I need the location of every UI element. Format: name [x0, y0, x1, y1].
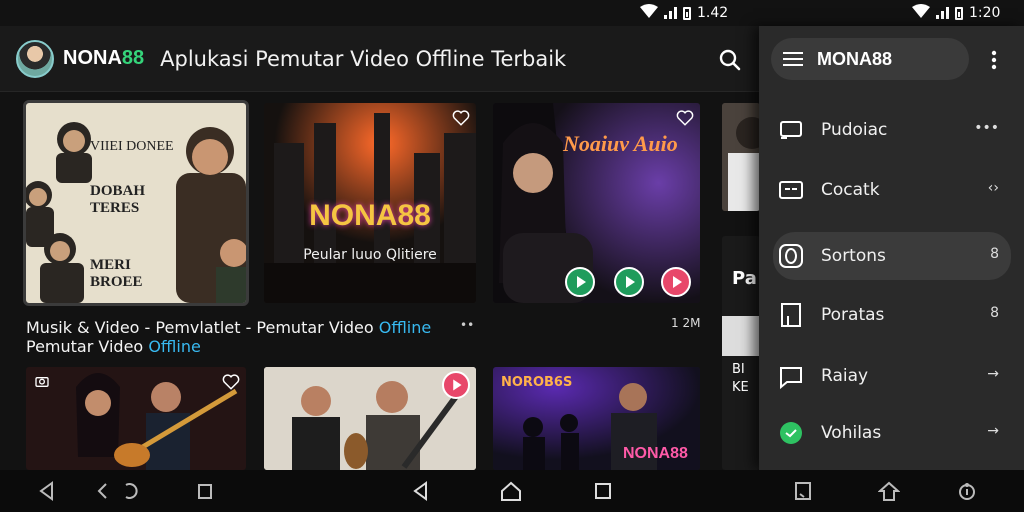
back-icon[interactable] — [410, 480, 432, 502]
caption-icon — [777, 176, 805, 204]
chat-icon — [777, 362, 805, 390]
video-card-concert[interactable]: NOROB6S NONA88 — [493, 367, 700, 470]
circle-o-icon — [777, 242, 805, 270]
drawer-item-pudoiac[interactable]: Pudoiac ••• — [773, 106, 1011, 154]
recents-icon[interactable] — [592, 480, 614, 502]
portraits-text: VIIEI DONEE DOBAH TERES MERI BROEE — [90, 139, 174, 290]
camera-icon[interactable] — [34, 373, 52, 391]
video-card-nona88[interactable]: NONA88 Peular luuo Qlitiere — [264, 103, 476, 303]
system-nav-bar — [0, 470, 1024, 512]
arrow-right-icon: → — [987, 366, 999, 382]
search-icon[interactable] — [716, 46, 744, 74]
code-icon: ‹› — [987, 180, 999, 196]
caption-more-icon[interactable]: •• — [460, 318, 474, 332]
status-bar-right: 1:20 — [912, 0, 1000, 26]
video-card-singer[interactable]: Noaiuv Auio — [493, 103, 700, 303]
battery-icon — [683, 6, 691, 20]
app-bar: NONA88 Aplukasi Pemutar Video Offline Te… — [0, 26, 760, 92]
wifi-icon — [640, 4, 658, 22]
cast-icon — [777, 116, 805, 144]
avatar[interactable] — [16, 39, 54, 78]
heart-icon[interactable] — [222, 373, 240, 391]
arrow-right-icon: → — [987, 423, 999, 439]
back-icon[interactable] — [36, 480, 58, 502]
video-card-guitar-duo[interactable] — [26, 367, 246, 470]
home-icon[interactable] — [500, 480, 522, 502]
drawer-title: MONA88 — [817, 48, 893, 69]
card-headline: Noaiuv Auio — [563, 131, 678, 156]
card-headline: NONA88 — [309, 199, 431, 232]
navigation-drawer: MONA88 Pudoiac ••• Cocatk ‹› Sortons 8 P… — [759, 26, 1024, 470]
card-headline: NONA88 — [623, 445, 688, 462]
peek-text: KE — [732, 380, 749, 395]
menu-icon[interactable] — [783, 51, 803, 67]
battery-icon — [955, 6, 963, 20]
video-caption: Musik & Video - Pemvlatlet - Pemutar Vid… — [26, 318, 432, 356]
signal-icon — [936, 7, 949, 19]
drawer-item-poratas[interactable]: Poratas 8 — [773, 291, 1011, 339]
accessibility-icon[interactable] — [956, 480, 978, 502]
card-badge: NOROB6S — [501, 375, 573, 390]
drawer-item-sortons[interactable]: Sortons 8 — [773, 232, 1011, 280]
video-card-peek-bottom[interactable]: Pa BI KE — [722, 236, 760, 470]
heart-icon[interactable] — [452, 109, 470, 127]
play-button[interactable] — [614, 267, 644, 297]
play-icon — [673, 276, 682, 288]
status-time-right: 1:20 — [969, 5, 1001, 21]
home-icon[interactable] — [877, 480, 901, 502]
guitar-thumbnail — [26, 367, 246, 470]
status-bar-left: 1.42 — [640, 0, 728, 26]
undo-icon[interactable] — [120, 480, 142, 502]
video-card-acoustic[interactable] — [264, 367, 476, 470]
peek-text: BI — [732, 362, 745, 377]
heart-icon[interactable] — [676, 109, 694, 127]
play-button[interactable] — [565, 267, 595, 297]
status-time-left: 1.42 — [697, 5, 729, 21]
caption-count: 1 2M — [671, 316, 701, 330]
drawer-item-vohilas[interactable]: Vohilas → — [773, 409, 1011, 457]
wifi-icon — [912, 4, 930, 22]
video-card-portraits[interactable]: VIIEI DONEE DOBAH TERES MERI BROEE — [23, 100, 249, 306]
more-vert-icon[interactable] — [987, 48, 1001, 72]
signal-icon — [664, 7, 677, 19]
peek-text: Pa — [732, 268, 757, 289]
brand-logo: NONA88 — [63, 47, 145, 69]
play-icon — [626, 276, 635, 288]
video-card-peek-top[interactable] — [722, 103, 760, 211]
chevron-left-icon[interactable] — [92, 480, 114, 502]
play-button[interactable] — [442, 371, 470, 399]
more-horiz-icon[interactable]: ••• — [974, 120, 999, 136]
drawer-item-raiay[interactable]: Raiay → — [773, 352, 1011, 400]
recents-icon[interactable] — [194, 480, 216, 502]
green-dot-icon — [777, 419, 805, 447]
play-icon — [577, 276, 586, 288]
card-subtitle: Peular luuo Qlitiere — [303, 247, 437, 263]
play-button[interactable] — [661, 267, 691, 297]
screenshot-icon[interactable] — [792, 480, 814, 502]
play-icon — [453, 379, 462, 391]
page-icon — [777, 301, 805, 329]
drawer-item-cocatk[interactable]: Cocatk ‹› — [773, 166, 1011, 214]
page-title: Aplukasi Pemutar Video Offline Terbaik — [160, 46, 567, 71]
peek-thumbnail — [722, 103, 760, 211]
drawer-header[interactable]: MONA88 — [771, 38, 969, 80]
